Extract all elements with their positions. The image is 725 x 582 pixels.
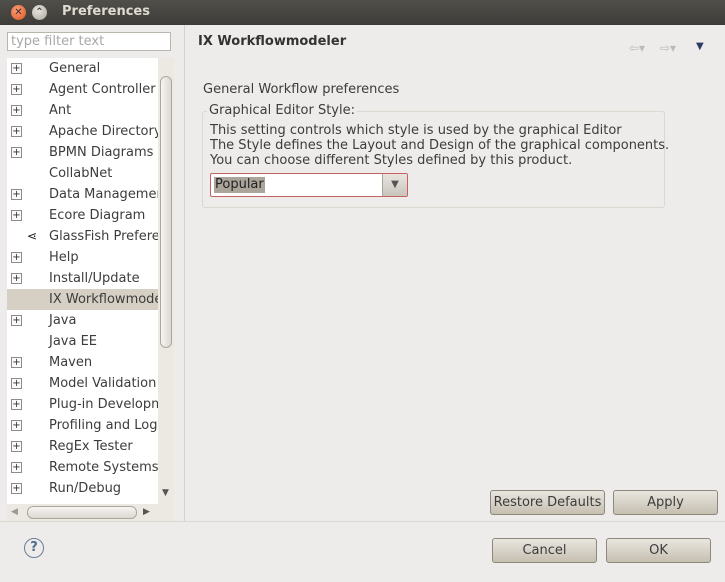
tree-item-label: Profiling and Logg bbox=[49, 418, 158, 433]
tree-item[interactable]: + RegEx Tester bbox=[7, 436, 158, 457]
tree-item-label: GlassFish Prefere bbox=[49, 229, 158, 244]
page-title: IX Workflowmodeler bbox=[198, 34, 347, 49]
expand-icon[interactable]: + bbox=[11, 84, 22, 95]
tree-item-label: Agent Controller bbox=[49, 82, 156, 97]
tree-item-label: Maven bbox=[49, 355, 93, 370]
tree-item[interactable]: IX Workflowmode bbox=[7, 289, 158, 310]
tree-item-label: Model Validation bbox=[49, 376, 157, 391]
tree-item-label: Run/Debug bbox=[49, 481, 122, 496]
tree-item[interactable]: ⋖ GlassFish Prefere bbox=[7, 226, 158, 247]
group-description: This setting controls which style is use… bbox=[210, 123, 669, 168]
expand-icon[interactable]: + bbox=[11, 273, 22, 284]
tree-item[interactable]: Java EE bbox=[7, 331, 158, 352]
expand-icon[interactable]: + bbox=[11, 126, 22, 137]
group-label: Graphical Editor Style: bbox=[207, 103, 357, 118]
ok-button[interactable]: OK bbox=[606, 538, 711, 563]
tree-item[interactable]: + Apache Directory bbox=[7, 121, 158, 142]
vertical-scrollbar[interactable]: ▼ bbox=[158, 58, 174, 521]
expand-icon[interactable]: + bbox=[11, 210, 22, 221]
preference-tree: + General + Agent Controller + Ant + Apache Dir… bbox=[7, 58, 174, 521]
tree-item[interactable]: + Agent Controller bbox=[7, 79, 158, 100]
tree-item-label: Ant bbox=[49, 103, 72, 118]
tree-item-label: Data Managemen bbox=[49, 187, 158, 202]
tree-item-label: Remote Systems bbox=[49, 460, 158, 475]
expand-icon[interactable]: + bbox=[11, 252, 22, 263]
close-icon[interactable]: ✕ bbox=[11, 5, 26, 20]
expand-icon[interactable]: + bbox=[11, 105, 22, 116]
tree-item-label: General bbox=[49, 61, 101, 76]
vertical-scroll-thumb[interactable] bbox=[160, 76, 172, 348]
view-menu-icon[interactable]: ▼ bbox=[696, 41, 704, 52]
group-text-line: This setting controls which style is use… bbox=[210, 123, 622, 138]
tree-item[interactable]: + Data Managemen bbox=[7, 184, 158, 205]
expand-icon[interactable]: + bbox=[11, 378, 22, 389]
expand-icon[interactable]: + bbox=[11, 189, 22, 200]
tree-item[interactable]: + Install/Update bbox=[7, 268, 158, 289]
title-bar: ✕ ⌃ Preferences bbox=[0, 0, 725, 25]
expand-icon[interactable]: + bbox=[11, 147, 22, 158]
glassfish-icon: ⋖ bbox=[27, 229, 38, 243]
group-text-line: The Style defines the Layout and Design … bbox=[210, 138, 670, 153]
tree-item-label: Java bbox=[49, 313, 77, 328]
tree-item-label: Ecore Diagram bbox=[49, 208, 146, 223]
tree-item[interactable]: + Help bbox=[7, 247, 158, 268]
preference-page: IX Workflowmodeler ⇦▾ ⇨▾ ▼ General Workf… bbox=[185, 25, 725, 521]
cancel-button[interactable]: Cancel bbox=[492, 538, 597, 563]
window-title: Preferences bbox=[62, 4, 150, 19]
scroll-down-icon[interactable]: ▼ bbox=[162, 488, 169, 498]
style-combo[interactable]: Popular ▼ bbox=[210, 173, 408, 197]
expand-icon[interactable]: + bbox=[11, 399, 22, 410]
tree-item-label: BPMN Diagrams bbox=[49, 145, 154, 160]
expand-icon[interactable]: + bbox=[11, 357, 22, 368]
tree-item[interactable]: + Java bbox=[7, 310, 158, 331]
scroll-right-icon[interactable]: ▶ bbox=[143, 507, 150, 517]
restore-defaults-button[interactable]: Restore Defaults bbox=[490, 490, 605, 515]
group-text-line: You can choose different Styles defined … bbox=[210, 153, 573, 168]
expand-icon[interactable]: + bbox=[11, 483, 22, 494]
horizontal-scrollbar[interactable]: ◀ ▶ bbox=[7, 504, 158, 521]
dialog-footer: ? Cancel OK bbox=[0, 521, 725, 582]
tree-item-label: Java EE bbox=[49, 334, 98, 349]
expand-icon[interactable]: + bbox=[11, 441, 22, 452]
tree-item[interactable]: + Run/Debug bbox=[7, 478, 158, 499]
horizontal-scroll-thumb[interactable] bbox=[27, 506, 137, 519]
tree-item[interactable]: + BPMN Diagrams bbox=[7, 142, 158, 163]
filter-input[interactable] bbox=[7, 32, 171, 51]
expand-icon[interactable]: + bbox=[11, 462, 22, 473]
tree-item[interactable]: + Ant bbox=[7, 100, 158, 121]
tree-item-label: Apache Directory bbox=[49, 124, 158, 139]
back-arrow-icon[interactable]: ⇦▾ bbox=[629, 41, 645, 55]
expand-icon[interactable]: + bbox=[11, 315, 22, 326]
tree-item[interactable]: + Model Validation bbox=[7, 373, 158, 394]
tree-item-label: Install/Update bbox=[49, 271, 140, 286]
maximize-icon[interactable]: ⌃ bbox=[32, 5, 47, 20]
tree-item-label: Help bbox=[49, 250, 79, 265]
expand-icon[interactable]: + bbox=[11, 420, 22, 431]
page-description: General Workflow preferences bbox=[203, 82, 400, 97]
tree-item-label: CollabNet bbox=[49, 166, 113, 181]
tree-item-label: Plug-in Developm bbox=[49, 397, 158, 412]
style-combo-value: Popular bbox=[214, 177, 265, 193]
tree-item[interactable]: + Plug-in Developm bbox=[7, 394, 158, 415]
chevron-down-icon[interactable]: ▼ bbox=[382, 174, 407, 196]
tree-item[interactable]: + Remote Systems bbox=[7, 457, 158, 478]
tree-item[interactable]: + Maven bbox=[7, 352, 158, 373]
scroll-left-icon[interactable]: ◀ bbox=[11, 507, 18, 517]
tree-item[interactable]: + Profiling and Logg bbox=[7, 415, 158, 436]
forward-arrow-icon[interactable]: ⇨▾ bbox=[660, 41, 676, 55]
tree-item[interactable]: + Ecore Diagram bbox=[7, 205, 158, 226]
tree-item-label: RegEx Tester bbox=[49, 439, 133, 454]
apply-button[interactable]: Apply bbox=[613, 490, 718, 515]
expand-icon[interactable]: + bbox=[11, 63, 22, 74]
left-pane: + General + Agent Controller + Ant + Apache Dir… bbox=[0, 25, 184, 521]
tree-item-label: IX Workflowmode bbox=[49, 292, 158, 307]
tree-item[interactable]: CollabNet bbox=[7, 163, 158, 184]
tree-item[interactable]: + General bbox=[7, 58, 158, 79]
help-icon[interactable]: ? bbox=[24, 538, 44, 558]
